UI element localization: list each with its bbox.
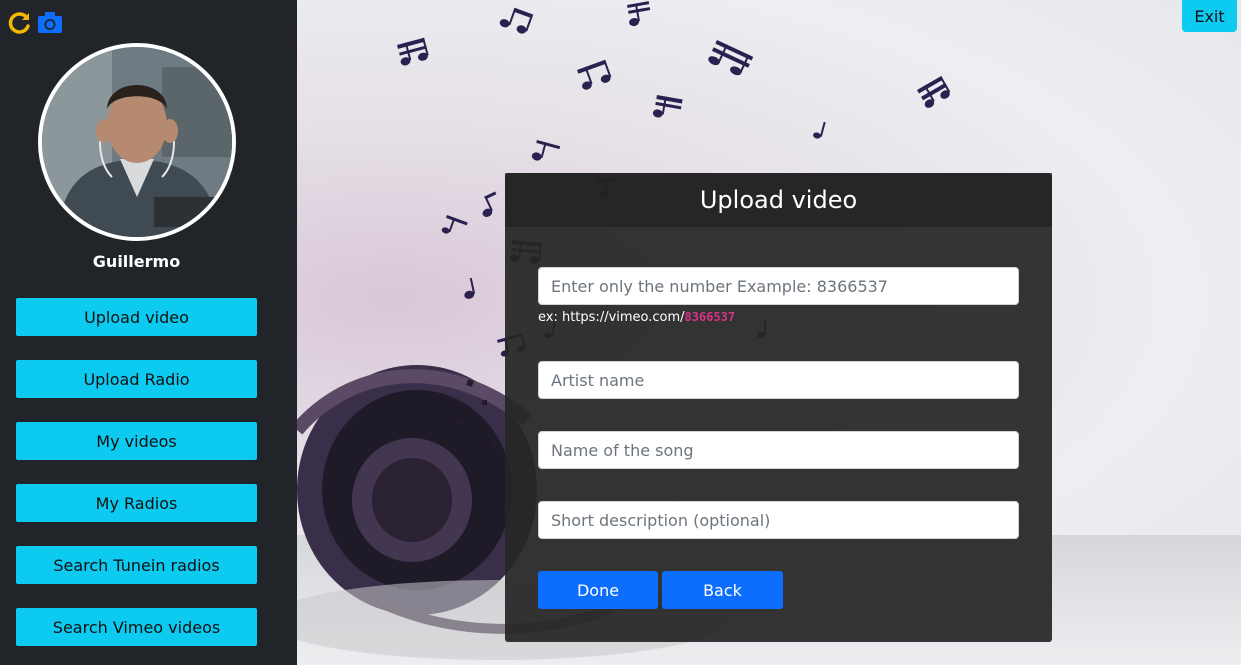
artist-name-input[interactable] [538, 361, 1019, 399]
sidebar-item-my-radios[interactable]: My Radios [16, 484, 257, 522]
sidebar-item-upload-radio[interactable]: Upload Radio [16, 360, 257, 398]
sidebar-item-search-tunein-radios[interactable]: Search Tunein radios [16, 546, 257, 584]
camera-icon[interactable] [37, 10, 63, 36]
refresh-icon[interactable] [7, 10, 33, 36]
upload-video-modal: Upload video ex: https://vimeo.com/83665… [505, 173, 1052, 642]
back-button[interactable]: Back [662, 571, 783, 609]
song-name-input[interactable] [538, 431, 1019, 469]
username: Guillermo [92, 252, 181, 271]
modal-header: Upload video [505, 173, 1052, 227]
sidebar: Guillermo Upload video Upload Radio My v… [0, 0, 297, 665]
exit-button[interactable]: Exit [1182, 0, 1237, 32]
video-id-hint: ex: https://vimeo.com/8366537 [538, 310, 735, 325]
hint-code: 8366537 [684, 310, 736, 324]
top-icons [7, 10, 63, 36]
short-description-input[interactable] [538, 501, 1019, 539]
avatar [38, 43, 236, 241]
sidebar-item-search-vimeo-videos[interactable]: Search Vimeo videos [16, 608, 257, 646]
sidebar-item-upload-video[interactable]: Upload video [16, 298, 257, 336]
video-id-input[interactable] [538, 267, 1019, 305]
done-button[interactable]: Done [538, 571, 658, 609]
sidebar-item-my-videos[interactable]: My videos [16, 422, 257, 460]
hint-prefix: ex: https://vimeo.com/ [538, 310, 685, 325]
modal-title: Upload video [699, 186, 858, 214]
